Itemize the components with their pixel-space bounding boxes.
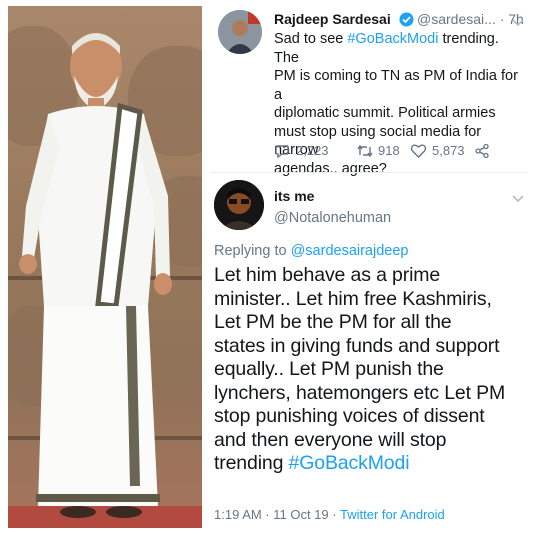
reply-line-6: lynchers, hatemongers etc Let PM bbox=[214, 381, 506, 404]
reply-author-avatar[interactable] bbox=[214, 180, 264, 230]
reply-hashtag-link[interactable]: #GoBackModi bbox=[289, 452, 410, 474]
reply-line-8: and then everyone will stop bbox=[214, 428, 447, 451]
photo-man-in-white bbox=[8, 6, 202, 528]
person-figure bbox=[19, 33, 172, 518]
reply-author-name[interactable]: its me bbox=[274, 188, 314, 204]
reply-line-9: trending #GoBackModi bbox=[214, 452, 534, 476]
reply-author-handle: @Notalonehuman bbox=[274, 210, 392, 226]
reply-line-3: Let PM be the PM for all the bbox=[214, 311, 452, 333]
tweet-text-prefix: Sad to see bbox=[274, 31, 348, 47]
author-avatar[interactable] bbox=[218, 10, 262, 54]
reply-line-5: equally.. Let PM punish the bbox=[214, 358, 444, 380]
tweet-text-line-2: PM is coming to TN as PM of India for a bbox=[274, 68, 518, 103]
replying-to-link[interactable]: @sardesairajdeep bbox=[291, 243, 409, 259]
reply-line-9-prefix: trending bbox=[214, 452, 289, 474]
reply-icon[interactable] bbox=[274, 143, 290, 164]
replying-to-prefix: Replying to bbox=[214, 243, 291, 259]
hashtag-link[interactable]: #GoBackModi bbox=[347, 31, 438, 47]
verified-badge-icon bbox=[399, 12, 414, 32]
retweet-count: 918 bbox=[378, 143, 400, 158]
reply-text: Let him behave as a prime minister.. Let… bbox=[214, 264, 534, 476]
author-handle-time: @sardesai... · 7h bbox=[417, 11, 524, 27]
retweet-icon[interactable] bbox=[356, 143, 374, 164]
share-icon[interactable] bbox=[474, 143, 490, 164]
reply-chevron-down-icon[interactable] bbox=[512, 190, 524, 208]
reply-line-1: Let him behave as a prime bbox=[214, 264, 441, 286]
replying-to: Replying to @sardesairajdeep bbox=[214, 243, 408, 259]
reply-line-2: minister.. Let him free Kashmiris, bbox=[214, 287, 492, 310]
tweet-panel: Rajdeep Sardesai @sardesai... · 7h Sad t… bbox=[210, 0, 528, 534]
reply-timestamp-row: 1:19 AM · 11 Oct 19 · Twitter for Androi… bbox=[214, 507, 445, 522]
tweet-text-line-3: diplomatic summit. Political armies bbox=[274, 105, 496, 121]
like-icon[interactable] bbox=[410, 143, 427, 164]
reply-line-4: states in giving funds and support bbox=[214, 334, 500, 357]
divider bbox=[210, 172, 528, 173]
reply-line-7: stop punishing voices of dissent bbox=[214, 405, 485, 427]
tweet-text-line-1: Sad to see #GoBackModi trending. The bbox=[274, 30, 526, 67]
reply-client-link[interactable]: Twitter for Android bbox=[340, 507, 445, 522]
reply-count: 2,223 bbox=[296, 143, 329, 158]
reply-avatar-image bbox=[214, 180, 264, 230]
author-avatar-image bbox=[218, 10, 262, 54]
reply-timestamp: 1:19 AM · 11 Oct 19 · bbox=[214, 507, 340, 522]
author-name[interactable]: Rajdeep Sardesai bbox=[274, 11, 391, 27]
like-count: 5,873 bbox=[432, 143, 465, 158]
